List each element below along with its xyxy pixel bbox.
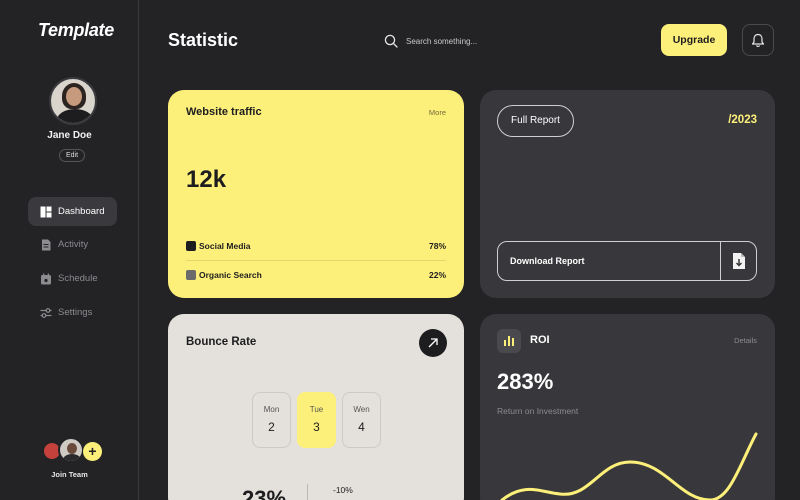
bounce-rate-card: Bounce Rate Mon 2 Tue 3 Wen 4 23% -10% [168,314,464,500]
day-date: 3 [313,420,320,434]
download-report-label: Download Report [510,256,585,266]
download-report-button[interactable]: Download Report [497,241,757,281]
sidebar-item-settings[interactable]: Settings [28,298,117,327]
open-bounce-rate-button[interactable] [419,329,447,357]
list-item: Social Media 78% [186,239,446,253]
user-name: Jane Doe [47,130,92,141]
divider [186,260,446,261]
bounce-rate-delta: -10% [333,485,353,495]
arrow-up-right-icon [428,338,438,348]
search-input[interactable] [406,33,586,49]
more-link[interactable]: More [429,108,446,117]
sidebar-item-activity[interactable]: Activity [28,230,117,259]
day-wen[interactable]: Wen 4 [342,392,381,448]
page-title: Statistic [168,30,239,50]
roi-card: ROI Details 283% Return on Investment [480,314,775,500]
sliders-icon [40,307,52,318]
calendar-icon [41,273,51,284]
sidebar-item-label: Dashboard [58,206,105,217]
avatar [58,437,84,463]
upgrade-button[interactable]: Upgrade [661,24,727,56]
day-name: Mon [263,405,280,414]
file-download-icon[interactable] [731,252,747,270]
day-name: Wen [353,405,370,414]
search-icon[interactable] [384,34,398,48]
app-logo[interactable]: Template [38,20,114,41]
full-report-button[interactable]: Full Report [497,105,574,137]
sidebar-item-label: Schedule [58,273,98,284]
website-traffic-card: Website traffic More 12k Social Media 78… [168,90,464,298]
sidebar-item-label: Activity [58,239,89,250]
roi-trend-line [500,432,758,500]
dashboard-icon [40,206,52,217]
legend-swatch [186,270,196,280]
day-mon[interactable]: Mon 2 [252,392,291,448]
join-team-label[interactable]: Join Team [0,470,139,479]
bell-icon [751,33,765,47]
legend-swatch [186,241,196,251]
edit-profile-button[interactable]: Edit [59,149,85,162]
traffic-source-label: Organic Search [199,270,262,280]
sidebar-item-label: Settings [58,307,93,318]
avatar[interactable] [49,77,97,125]
report-card: Full Report /2023 Download Report [480,90,775,298]
sidebar-item-schedule[interactable]: Schedule [28,264,117,293]
traffic-value: 12k [186,166,227,193]
document-icon [42,239,51,250]
card-title: Website traffic [186,106,262,118]
team-avatars[interactable]: + [42,437,104,463]
traffic-source-percent: 78% [428,241,446,251]
traffic-source-percent: 22% [428,270,446,280]
add-member-button[interactable]: + [83,442,102,461]
day-name: Tue [309,405,324,414]
report-year: /2023 [728,114,757,126]
bounce-rate-value: 23% [242,486,287,500]
sidebar: Template Jane Doe Edit Dashboard Activit… [0,0,139,500]
card-title: Bounce Rate [186,336,257,348]
day-date: 4 [358,420,365,434]
notifications-button[interactable] [742,24,774,56]
list-item: Organic Search 22% [186,268,446,282]
divider [307,484,308,500]
day-tue[interactable]: Tue 3 [297,392,336,448]
divider [720,242,721,280]
day-date: 2 [268,420,275,434]
traffic-source-label: Social Media [199,241,251,251]
sidebar-item-dashboard[interactable]: Dashboard [28,197,117,226]
